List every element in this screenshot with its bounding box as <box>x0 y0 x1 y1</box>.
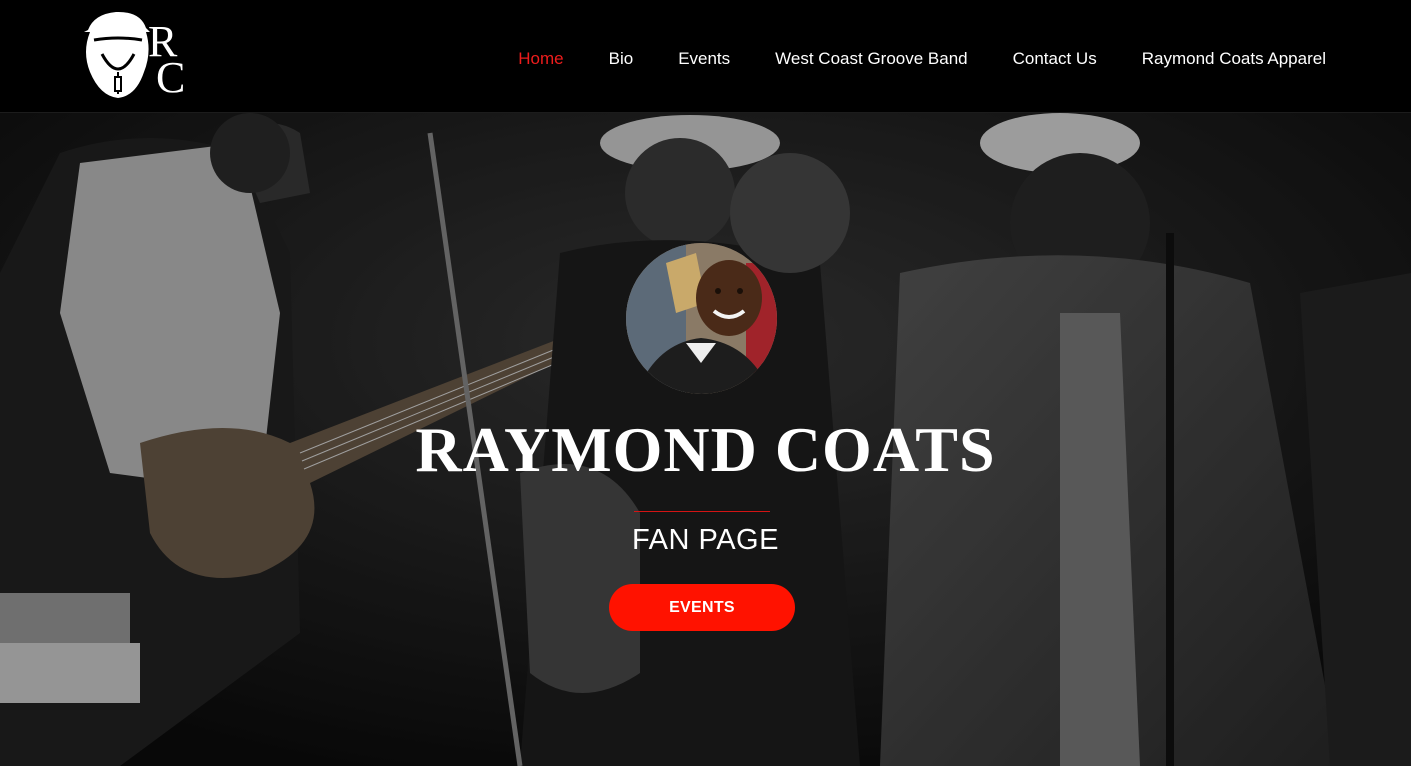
site-header: R C Home Bio Events West Coast Groove Ba… <box>0 0 1411 113</box>
main-nav: Home Bio Events West Coast Groove Band C… <box>518 47 1326 71</box>
hero-title: RAYMOND COATS <box>415 414 996 485</box>
nav-home[interactable]: Home <box>518 47 563 71</box>
nav-west-coast-groove-band[interactable]: West Coast Groove Band <box>775 47 967 71</box>
nav-events[interactable]: Events <box>678 47 730 71</box>
nav-bio[interactable]: Bio <box>609 47 634 71</box>
hero-subtitle: FAN PAGE <box>632 524 779 556</box>
svg-text:C: C <box>156 53 185 100</box>
nav-raymond-coats-apparel[interactable]: Raymond Coats Apparel <box>1142 47 1326 71</box>
title-divider <box>634 511 770 512</box>
profile-photo <box>626 243 777 394</box>
hero-section: RAYMOND COATS FAN PAGE EVENTS <box>0 113 1411 766</box>
events-button[interactable]: EVENTS <box>609 584 795 631</box>
logo[interactable]: R C <box>80 10 206 102</box>
nav-contact-us[interactable]: Contact Us <box>1013 47 1097 71</box>
rc-logo-icon: R C <box>84 11 185 102</box>
profile-avatar <box>626 243 777 394</box>
